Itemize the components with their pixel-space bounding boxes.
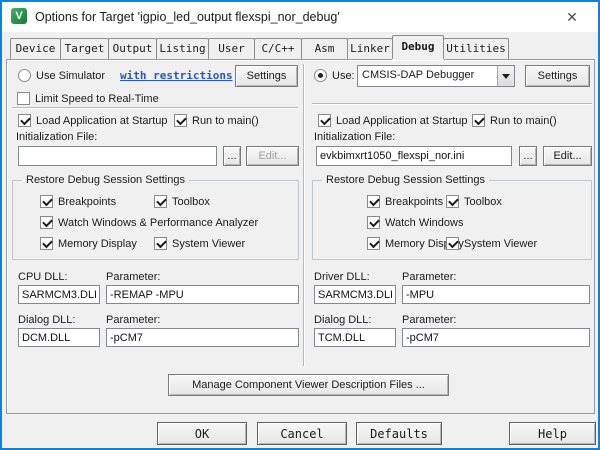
tab-listing[interactable]: Listing	[156, 38, 209, 59]
uvision-logo-icon: V	[11, 8, 27, 24]
right-load-app-checkbox[interactable]	[318, 114, 331, 127]
use-simulator-radio[interactable]	[18, 69, 31, 82]
tab-debug[interactable]: Debug	[392, 35, 444, 59]
tab-ccpp[interactable]: C/C++	[254, 38, 302, 59]
title-bar: V Options for Target 'igpio_led_output f…	[2, 2, 598, 32]
cpu-parameter-input[interactable]	[106, 285, 299, 304]
cpu-dll-label: CPU DLL:	[18, 271, 68, 284]
tab-output[interactable]: Output	[108, 38, 157, 59]
window-title: Options for Target 'igpio_led_output fle…	[35, 10, 340, 24]
tab-asm[interactable]: Asm	[301, 38, 348, 59]
simulator-settings-button[interactable]: Settings	[235, 65, 298, 87]
right-sysview-checkbox[interactable]	[446, 237, 459, 250]
cpu-parameter-label: Parameter:	[106, 271, 160, 284]
left-separator	[12, 107, 298, 109]
debugger-settings-button[interactable]: Settings	[525, 65, 590, 87]
tab-device[interactable]: Device	[10, 38, 61, 59]
right-init-file-input[interactable]	[316, 146, 512, 166]
left-load-app-checkbox[interactable]	[18, 114, 31, 127]
manage-component-viewer-button[interactable]: Manage Component Viewer Description File…	[168, 374, 449, 396]
right-breakpoints-checkbox[interactable]	[367, 195, 380, 208]
left-dialog-parameter-label: Parameter:	[106, 314, 160, 327]
tab-target[interactable]: Target	[60, 38, 109, 59]
limit-speed-label: Limit Speed to Real-Time	[35, 93, 159, 106]
driver-dll-input[interactable]	[314, 285, 396, 304]
debugger-combobox-value: CMSIS-DAP Debugger	[358, 66, 497, 86]
left-sysview-label: System Viewer	[172, 238, 245, 251]
tab-strip: Device Target Output Listing User C/C++ …	[10, 36, 508, 59]
right-breakpoints-label: Breakpoints	[385, 196, 443, 209]
use-simulator-label: Use Simulator	[36, 70, 105, 83]
defaults-button[interactable]: Defaults	[356, 422, 442, 445]
left-toolbox-label: Toolbox	[172, 196, 210, 209]
right-restore-title: Restore Debug Session Settings	[322, 174, 489, 186]
right-run-main-label: Run to main()	[490, 115, 557, 128]
help-button[interactable]: Help	[509, 422, 596, 445]
left-memory-label: Memory Display	[58, 238, 137, 251]
right-separator	[312, 103, 592, 105]
left-load-app-label: Load Application at Startup	[36, 115, 167, 128]
tab-user[interactable]: User	[208, 38, 255, 59]
left-watch-label: Watch Windows & Performance Analyzer	[58, 217, 258, 230]
right-dialog-dll-input[interactable]	[314, 328, 396, 347]
tab-linker[interactable]: Linker	[347, 38, 393, 59]
right-memory-checkbox[interactable]	[367, 237, 380, 250]
right-edit-button[interactable]: Edit...	[543, 146, 592, 166]
left-init-file-label: Initialization File:	[16, 131, 97, 144]
left-dialog-dll-label: Dialog DLL:	[18, 314, 75, 327]
right-watch-checkbox[interactable]	[367, 216, 380, 229]
close-icon[interactable]: ✕	[556, 6, 588, 28]
left-edit-button[interactable]: Edit...	[246, 146, 299, 166]
right-dialog-parameter-input[interactable]	[402, 328, 590, 347]
use-debugger-radio[interactable]	[314, 69, 327, 82]
right-browse-button[interactable]: ...	[519, 146, 537, 166]
right-dialog-dll-label: Dialog DLL:	[314, 314, 371, 327]
left-breakpoints-checkbox[interactable]	[40, 195, 53, 208]
limit-speed-checkbox[interactable]	[17, 92, 30, 105]
right-load-app-label: Load Application at Startup	[336, 115, 467, 128]
right-sysview-label: System Viewer	[464, 238, 537, 251]
driver-parameter-input[interactable]	[402, 285, 590, 304]
left-dialog-parameter-input[interactable]	[106, 328, 299, 347]
driver-dll-label: Driver DLL:	[314, 271, 370, 284]
left-init-file-input[interactable]	[18, 146, 217, 166]
left-sysview-checkbox[interactable]	[154, 237, 167, 250]
debugger-combobox[interactable]: CMSIS-DAP Debugger	[357, 65, 515, 87]
left-toolbox-checkbox[interactable]	[154, 195, 167, 208]
right-run-main-checkbox[interactable]	[472, 114, 485, 127]
right-dialog-parameter-label: Parameter:	[402, 314, 456, 327]
right-init-file-label: Initialization File:	[314, 131, 395, 144]
options-dialog: V Options for Target 'igpio_led_output f…	[0, 0, 600, 450]
with-restrictions-link[interactable]: with restrictions	[120, 69, 233, 82]
panel-divider	[303, 64, 305, 366]
left-run-main-checkbox[interactable]	[174, 114, 187, 127]
tab-utilities[interactable]: Utilities	[443, 38, 509, 59]
left-dialog-dll-input[interactable]	[18, 328, 100, 347]
left-watch-checkbox[interactable]	[40, 216, 53, 229]
right-toolbox-label: Toolbox	[464, 196, 502, 209]
left-restore-title: Restore Debug Session Settings	[22, 174, 189, 186]
cpu-dll-input[interactable]	[18, 285, 100, 304]
left-browse-button[interactable]: ...	[223, 146, 241, 166]
right-watch-label: Watch Windows	[385, 217, 463, 230]
driver-parameter-label: Parameter:	[402, 271, 456, 284]
left-breakpoints-label: Breakpoints	[58, 196, 116, 209]
cancel-button[interactable]: Cancel	[257, 422, 347, 445]
right-toolbox-checkbox[interactable]	[446, 195, 459, 208]
use-debugger-label: Use:	[332, 70, 355, 83]
chevron-down-icon[interactable]	[497, 66, 514, 86]
left-run-main-label: Run to main()	[192, 115, 259, 128]
left-memory-checkbox[interactable]	[40, 237, 53, 250]
ok-button[interactable]: OK	[157, 422, 247, 445]
